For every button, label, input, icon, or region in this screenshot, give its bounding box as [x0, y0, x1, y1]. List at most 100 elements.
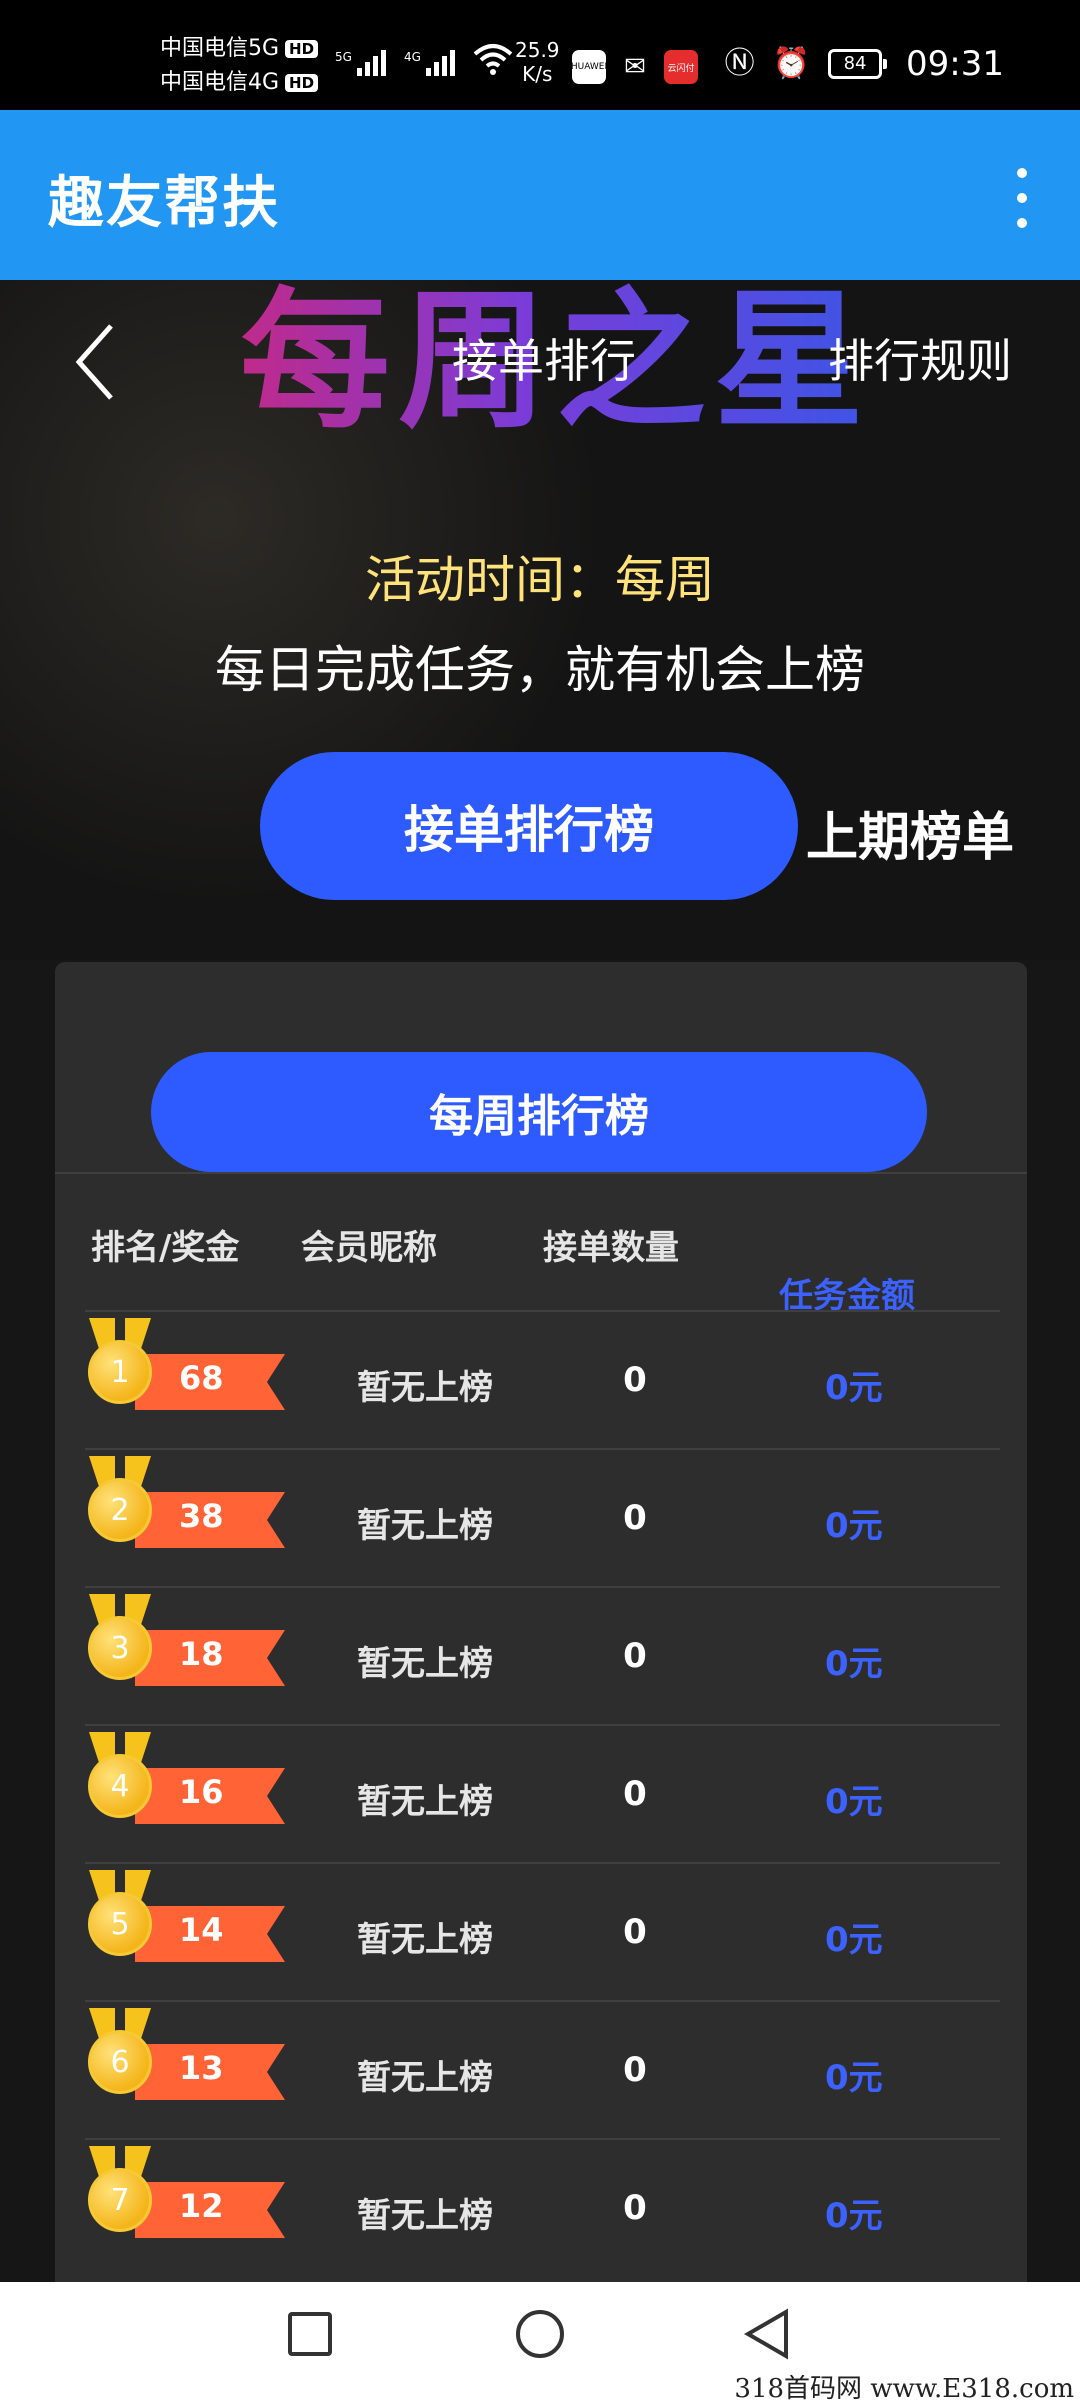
speed-unit: K/s [522, 62, 553, 86]
wechat-icon: ✉ [618, 50, 652, 84]
hd-badge: HD [285, 74, 319, 92]
app-bar: 趣友帮扶 [0, 110, 1080, 280]
carrier-2: 中国电信4G [160, 70, 280, 95]
member-nickname: 暂无上榜 [357, 1920, 493, 1960]
task-amount: 0元 [825, 2058, 883, 2098]
tab-last-period[interactable]: 上期榜单 [806, 795, 1014, 870]
more-options-button[interactable] [1004, 168, 1040, 228]
table-row: 38 2 暂无上榜 0 0元 [85, 1448, 1000, 1586]
column-header-rank: 排名/奖金 [91, 1228, 240, 1268]
rank-number: 3 [88, 1616, 152, 1680]
unionpay-app-icon: 云闪付 [664, 50, 698, 84]
hd-badge: HD [285, 40, 319, 58]
column-header-nickname: 会员昵称 [301, 1228, 437, 1268]
column-header-count: 接单数量 [543, 1228, 679, 1268]
signal-4g-icon: 4G [404, 50, 455, 76]
carrier-info: 中国电信5G HD 中国电信4G HD [160, 32, 319, 100]
prize-value: 68 [179, 1359, 224, 1397]
divider [55, 1172, 1027, 1174]
table-row: 68 1 暂无上榜 0 0元 [85, 1310, 1000, 1448]
nfc-icon: Ⓝ [724, 46, 755, 81]
table-header: 排名/奖金 会员昵称 接单数量 任务金额 [55, 1220, 1027, 1316]
rank-number: 6 [88, 2030, 152, 2094]
rank-number: 1 [88, 1340, 152, 1404]
rank-number: 7 [88, 2168, 152, 2232]
home-button[interactable] [516, 2310, 564, 2358]
page-title: 接单排行 [452, 334, 636, 388]
medal-icon: 4 [85, 1732, 155, 1832]
medal-icon: 2 [85, 1456, 155, 1556]
signal-tag: 4G [403, 50, 421, 64]
prize-value: 16 [179, 1773, 224, 1811]
medal-icon: 6 [85, 2008, 155, 2108]
more-vertical-icon [1017, 168, 1027, 178]
screen: 中国电信5G HD 中国电信4G HD 5G 4G 25.9 K/s HUAWE… [0, 0, 1080, 2400]
medal-icon: 7 [85, 2146, 155, 2246]
alarm-icon: ⏰ [772, 46, 811, 81]
network-speed: 25.9 K/s [515, 38, 560, 86]
order-count: 0 [623, 2188, 647, 2228]
table-row: 12 7 暂无上榜 0 0元 [85, 2138, 1000, 2276]
ranking-list: 68 1 暂无上榜 0 0元 38 2 暂无上榜 0 0元 18 3 暂无上榜 … [85, 1310, 1000, 2276]
chevron-left-icon [75, 324, 113, 400]
rules-link[interactable]: 排行规则 [828, 325, 1012, 391]
prize-value: 14 [179, 1911, 224, 1949]
rank-number: 5 [88, 1892, 152, 1956]
ranking-card: 每周排行榜 排名/奖金 会员昵称 接单数量 任务金额 68 1 暂无上榜 0 0… [55, 962, 1027, 2282]
huawei-app-icon: HUAWEI [572, 50, 606, 84]
task-amount: 0元 [825, 1368, 883, 1408]
rank-number: 2 [88, 1478, 152, 1542]
speed-value: 25.9 [515, 38, 560, 62]
activity-time: 活动时间：每周 [365, 551, 715, 609]
tab-weekly-ranking[interactable]: 每周排行榜 [151, 1052, 927, 1172]
prize-value: 13 [179, 2049, 224, 2087]
prize-value: 38 [179, 1497, 224, 1535]
table-row: 16 4 暂无上榜 0 0元 [85, 1724, 1000, 1862]
recent-apps-button[interactable] [288, 2312, 332, 2356]
order-count: 0 [623, 1912, 647, 1952]
table-row: 13 6 暂无上榜 0 0元 [85, 2000, 1000, 2138]
status-bar: 中国电信5G HD 中国电信4G HD 5G 4G 25.9 K/s HUAWE… [0, 0, 1080, 110]
watermark: 318首码网 www.E318.com [734, 2374, 1074, 2400]
task-amount: 0元 [825, 1506, 883, 1546]
prize-value: 18 [179, 1635, 224, 1673]
wifi-icon [473, 44, 513, 75]
task-amount: 0元 [825, 1920, 883, 1960]
medal-icon: 1 [85, 1318, 155, 1418]
member-nickname: 暂无上榜 [357, 1506, 493, 1546]
signal-5g-icon: 5G [335, 50, 386, 76]
order-count: 0 [623, 1498, 647, 1538]
prize-value: 12 [179, 2187, 224, 2225]
member-nickname: 暂无上榜 [357, 1782, 493, 1822]
member-nickname: 暂无上榜 [357, 1644, 493, 1684]
activity-subtitle: 每日完成任务，就有机会上榜 [215, 641, 865, 699]
table-row: 14 5 暂无上榜 0 0元 [85, 1862, 1000, 2000]
order-count: 0 [623, 1360, 647, 1400]
order-count: 0 [623, 1774, 647, 1814]
member-nickname: 暂无上榜 [357, 1368, 493, 1408]
member-nickname: 暂无上榜 [357, 2058, 493, 2098]
back-button[interactable] [75, 322, 115, 402]
tab-order-ranking[interactable]: 接单排行榜 [260, 752, 798, 900]
task-amount: 0元 [825, 1644, 883, 1684]
carrier-1: 中国电信5G [160, 36, 280, 61]
battery-icon: 84 [828, 49, 888, 79]
clock: 09:31 [906, 44, 1004, 84]
rank-number: 4 [88, 1754, 152, 1818]
notification-icons: HUAWEI ✉ 云闪付 [572, 50, 698, 84]
system-back-button[interactable] [744, 2308, 790, 2360]
task-amount: 0元 [825, 1782, 883, 1822]
medal-icon: 3 [85, 1594, 155, 1694]
status-right: Ⓝ ⏰ 84 09:31 [725, 44, 1004, 84]
signal-tag: 5G [335, 50, 352, 64]
order-count: 0 [623, 1636, 647, 1676]
system-navigation-bar: 318首码网 www.E318.com [0, 2282, 1080, 2400]
signal-indicators: 5G 4G [335, 42, 513, 76]
triangle-back-icon [744, 2308, 788, 2360]
medal-icon: 5 [85, 1870, 155, 1970]
member-nickname: 暂无上榜 [357, 2196, 493, 2236]
order-count: 0 [623, 2050, 647, 2090]
table-row: 18 3 暂无上榜 0 0元 [85, 1586, 1000, 1724]
app-title: 趣友帮扶 [48, 171, 280, 236]
task-amount: 0元 [825, 2196, 883, 2236]
